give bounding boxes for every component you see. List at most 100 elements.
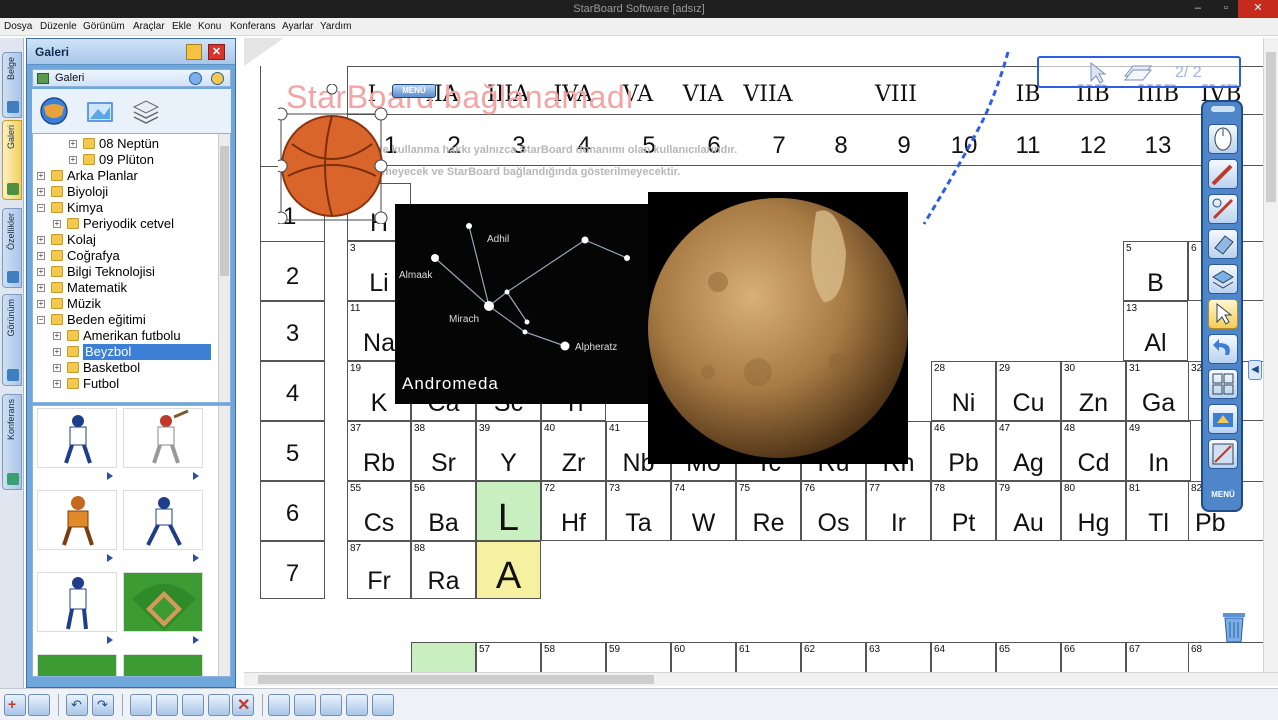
tree-item[interactable]: + Müzik	[33, 296, 217, 312]
thumbnail-baseball-hitter[interactable]	[123, 408, 203, 468]
refresh-button[interactable]	[346, 694, 368, 716]
element-cell-lanthanides[interactable]: L	[476, 481, 541, 541]
line-tool-button[interactable]	[1208, 194, 1238, 224]
element-cell[interactable]: 88 Ra	[411, 541, 476, 599]
next-page-button[interactable]	[294, 694, 316, 716]
tree-item[interactable]: + Futbol	[33, 376, 217, 392]
scroll-thumb[interactable]	[1266, 52, 1276, 202]
element-cell[interactable]: 49 In	[1126, 421, 1191, 481]
object-menu-button[interactable]: MENÜ	[392, 84, 436, 98]
redo-button[interactable]: ↷	[92, 694, 114, 716]
cut-button[interactable]	[130, 694, 152, 716]
element-cell[interactable]: 78 Pt	[931, 481, 996, 541]
tree-item[interactable]: + 08 Neptün	[33, 136, 217, 152]
close-panel-button[interactable]: ✕	[208, 44, 225, 60]
clear-tool-button[interactable]	[1208, 439, 1238, 469]
select-tool-button[interactable]	[1208, 299, 1238, 329]
grid-button[interactable]	[372, 694, 394, 716]
menu-yardim[interactable]: Yardım	[320, 21, 352, 32]
element-cell[interactable]: 31 Ga	[1126, 361, 1191, 421]
element-cell[interactable]: 75 Re	[736, 481, 801, 541]
stack-icon[interactable]	[130, 95, 162, 127]
thumbnails-scrollbar[interactable]	[218, 406, 230, 676]
tree-item[interactable]: + Coğrafya	[33, 248, 217, 264]
element-cell[interactable]: 39 Y	[476, 421, 541, 481]
tab-galeri[interactable]: Galeri	[2, 120, 22, 200]
canvas-horizontal-scrollbar[interactable]	[244, 672, 1278, 686]
mouse-tool-button[interactable]	[1208, 124, 1238, 154]
pen-tool-button[interactable]	[1208, 159, 1238, 189]
tree-item-selected[interactable]: + Beyzbol	[33, 344, 217, 360]
globe-icon[interactable]	[38, 95, 70, 127]
element-cell[interactable]: 29 Cu	[996, 361, 1061, 421]
scroll-thumb[interactable]	[258, 675, 654, 684]
delete-button[interactable]: ✕	[232, 694, 254, 716]
element-cell[interactable]: 5 B	[1123, 241, 1188, 301]
minimize-button[interactable]: –	[1185, 0, 1211, 18]
menu-konferans[interactable]: Konferans	[230, 21, 276, 32]
tab-belge[interactable]: Belge	[2, 52, 22, 118]
new-page-button[interactable]: +	[4, 694, 26, 716]
element-cell[interactable]: 56 Ba	[411, 481, 476, 541]
menu-ekle[interactable]: Ekle	[172, 21, 191, 32]
thumbnail-baseball-field[interactable]	[123, 572, 203, 632]
thumbnail-baseball-pitcher[interactable]	[37, 572, 117, 632]
undo-tool-button[interactable]	[1208, 334, 1238, 364]
element-cell[interactable]: 77 Ir	[866, 481, 931, 541]
undo-button[interactable]: ↶	[66, 694, 88, 716]
element-cell[interactable]: 48 Cd	[1061, 421, 1126, 481]
tree-item[interactable]: + Matematik	[33, 280, 217, 296]
close-window-button[interactable]: ✕	[1238, 0, 1278, 18]
duplicate-button[interactable]	[208, 694, 230, 716]
element-cell[interactable]: 28 Ni	[931, 361, 996, 421]
menu-dosya[interactable]: Dosya	[4, 21, 32, 32]
menu-konu[interactable]: Konu	[198, 21, 221, 32]
element-cell[interactable]: 38 Sr	[411, 421, 476, 481]
element-cell[interactable]: 72 Hf	[541, 481, 606, 541]
copy-button[interactable]	[156, 694, 178, 716]
tree-item[interactable]: − Beden eğitimi	[33, 312, 217, 328]
basketball-icon[interactable]	[278, 84, 388, 224]
element-cell[interactable]: 46 Pb	[931, 421, 996, 481]
tree-item[interactable]: + Bilgi Teknolojisi	[33, 264, 217, 280]
swap-button[interactable]	[320, 694, 342, 716]
tree-item[interactable]: + Kolaj	[33, 232, 217, 248]
tree-item[interactable]: + Arka Planlar	[33, 168, 217, 184]
menu-gorunum[interactable]: Görünüm	[83, 21, 125, 32]
thumbnail-baseball-batter[interactable]	[37, 408, 117, 468]
element-cell[interactable]: 40 Zr	[541, 421, 606, 481]
element-cell[interactable]: 55 Cs	[347, 481, 411, 541]
page-options-button[interactable]	[28, 694, 50, 716]
tree-item[interactable]: + Basketbol	[33, 360, 217, 376]
images-icon[interactable]	[84, 95, 116, 127]
element-cell[interactable]: 81 Tl	[1126, 481, 1191, 541]
element-cell-actinides[interactable]: A	[476, 541, 541, 599]
menu-ayarlar[interactable]: Ayarlar	[282, 21, 314, 32]
thumbnail-field-partial[interactable]	[123, 654, 203, 676]
thumbnail-field-partial[interactable]	[37, 654, 117, 676]
tree-item[interactable]: + Biyoloji	[33, 184, 217, 200]
mercury-image[interactable]	[648, 192, 908, 464]
toolbar-menu-label[interactable]: MENÜ	[1207, 490, 1239, 499]
element-cell[interactable]: 87 Fr	[347, 541, 411, 599]
pin-icon[interactable]	[186, 44, 202, 60]
grid-tool-button[interactable]	[1208, 369, 1238, 399]
andromeda-image[interactable]: Adhil Almaak Mirach Alpheratz Andromeda	[395, 204, 651, 404]
trash-icon[interactable]	[1220, 610, 1248, 644]
tab-konferans[interactable]: Konferans	[2, 394, 22, 490]
canvas-vertical-scrollbar[interactable]	[1263, 38, 1278, 672]
tree-item[interactable]: + 09 Plüton	[33, 152, 217, 168]
element-cell[interactable]: 76 Os	[801, 481, 866, 541]
element-cell[interactable]: 13 Al	[1123, 301, 1188, 361]
element-cell[interactable]: 30 Zn	[1061, 361, 1126, 421]
paste-button[interactable]	[182, 694, 204, 716]
shapes-tool-button[interactable]	[1208, 264, 1238, 294]
whiteboard-canvas[interactable]: I IIA IIIA IVA VA VIA VIIA VIII IB IIB I…	[244, 38, 1278, 688]
tab-ozellikler[interactable]: Özellikler	[2, 208, 22, 288]
tree-scrollbar[interactable]	[218, 134, 230, 402]
page-indicator[interactable]: 2/ 2	[1037, 56, 1241, 88]
eraser-tool-button[interactable]	[1208, 229, 1238, 259]
menu-duzenle[interactable]: Düzenle	[40, 21, 77, 32]
tree-item[interactable]: + Amerikan futbolu	[33, 328, 217, 344]
toolbar-expand-arrow[interactable]: ◀	[1248, 360, 1262, 380]
